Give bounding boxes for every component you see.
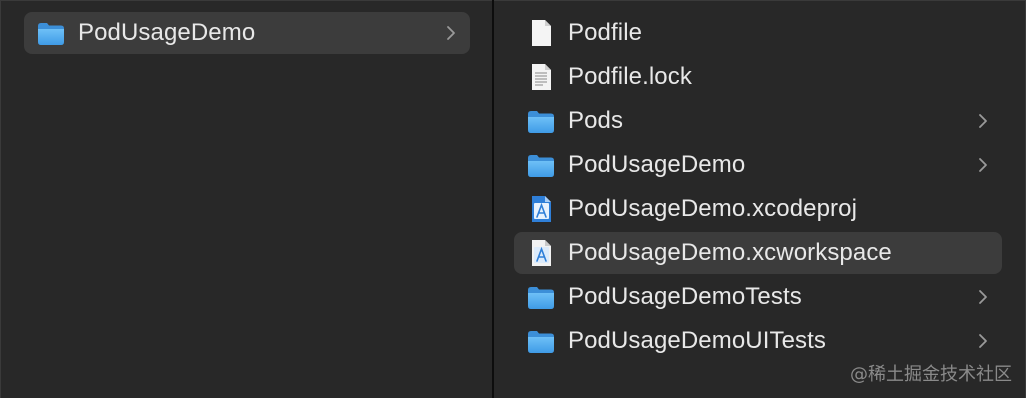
folder-item-label: PodUsageDemoTests (568, 283, 802, 310)
left-item-podusagedemo[interactable]: PodUsageDemo (24, 12, 470, 54)
file-item-xcworkspace[interactable]: PodUsageDemo.xcworkspace (514, 232, 1002, 274)
file-item-label: Podfile (568, 19, 643, 46)
file-item-label: PodUsageDemo.xcworkspace (568, 239, 892, 266)
chevron-right-icon (976, 156, 990, 174)
finder-column-right: Podfile Podfile.lock Pods PodUsageDemo P… (494, 0, 1026, 398)
folder-item-pods[interactable]: Pods (514, 100, 1002, 142)
folder-item-label: PodUsageDemo (568, 151, 746, 178)
xcode-workspace-icon (526, 238, 556, 268)
finder-column-left: PodUsageDemo (0, 0, 492, 398)
folder-icon (526, 326, 556, 356)
chevron-right-icon (976, 332, 990, 350)
chevron-right-icon (976, 112, 990, 130)
file-item-label: Podfile.lock (568, 63, 692, 90)
xcode-project-icon (526, 194, 556, 224)
chevron-right-icon (444, 24, 458, 42)
folder-icon (36, 18, 66, 48)
blank-document-icon (526, 18, 556, 48)
folder-item-label: PodUsageDemoUITests (568, 327, 827, 354)
folder-icon (526, 282, 556, 312)
folder-icon (526, 106, 556, 136)
file-item-label: PodUsageDemo.xcodeproj (568, 195, 858, 222)
folder-item-podusagedemo[interactable]: PodUsageDemo (514, 144, 1002, 186)
folder-item-label: Pods (568, 107, 624, 134)
chevron-right-icon (976, 288, 990, 306)
text-document-icon (526, 62, 556, 92)
folder-item-podusagedemotests[interactable]: PodUsageDemoTests (514, 276, 1002, 318)
folder-item-podusagedemouitests[interactable]: PodUsageDemoUITests (514, 320, 1002, 362)
file-item-xcodeproj[interactable]: PodUsageDemo.xcodeproj (514, 188, 1002, 230)
folder-icon (526, 150, 556, 180)
file-item-podfile-lock[interactable]: Podfile.lock (514, 56, 1002, 98)
file-item-podfile[interactable]: Podfile (514, 12, 1002, 54)
watermark-text: @稀土掘金技术社区 (850, 364, 1012, 385)
left-item-label: PodUsageDemo (78, 19, 256, 46)
